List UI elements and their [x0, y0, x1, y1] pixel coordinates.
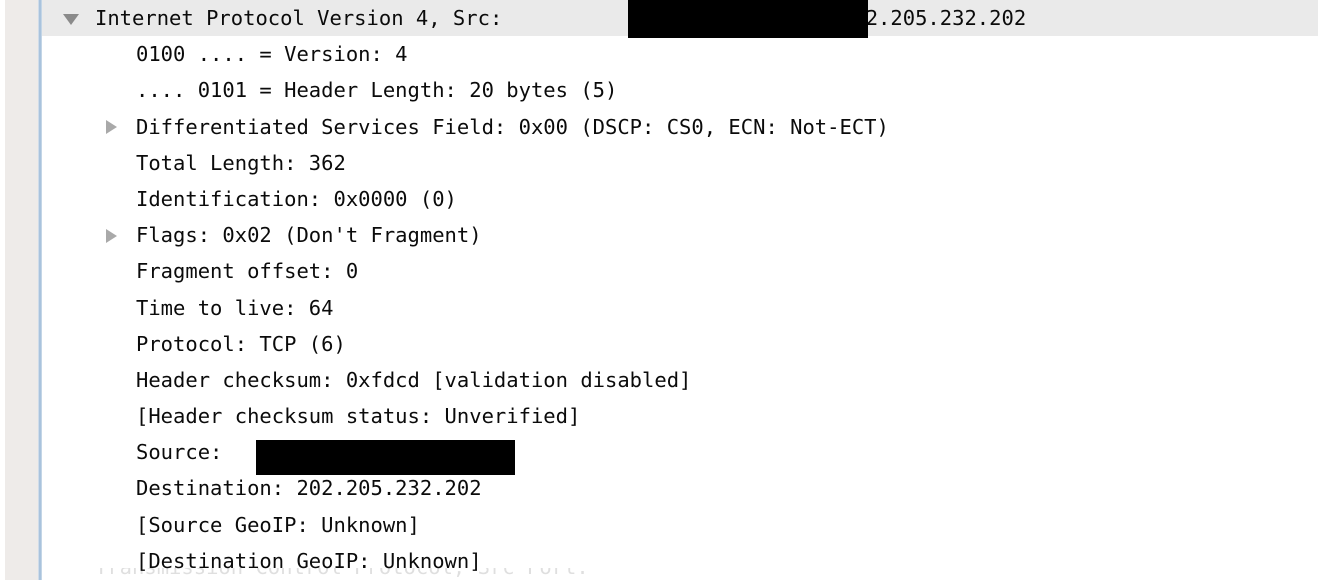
tree-row[interactable]: Total Length: 362 [42, 145, 1318, 181]
tree-row[interactable]: Protocol: TCP (6) [42, 326, 1318, 362]
packet-details-panel: . . . . . . . . . . . . . . . Internet P… [0, 0, 1318, 586]
tree-row-label: Source: [136, 440, 235, 465]
tree-row[interactable]: Source: [42, 434, 1318, 476]
tree-row[interactable]: Differentiated Services Field: 0x00 (DSC… [42, 109, 1318, 145]
tree-row-label: [Header checksum status: Unverified] [136, 404, 581, 429]
tree-row-label: 0100 .... = Version: 4 [136, 42, 408, 67]
protocol-tree[interactable]: Internet Protocol Version 4, Src: , Dst:… [42, 0, 1318, 586]
chevron-down-icon[interactable] [60, 0, 82, 36]
tree-row[interactable]: Header checksum: 0xfdcd [validation disa… [42, 362, 1318, 398]
chevron-right-icon[interactable] [101, 109, 123, 145]
gutter-pane [5, 0, 38, 586]
ipv4-src-prefix-text: Internet Protocol Version 4, Src: [95, 6, 515, 30]
tree-row[interactable]: Internet Protocol Version 4, Src: , Dst:… [42, 0, 1318, 38]
tree-row-label: Time to live: 64 [136, 295, 334, 320]
tree-row[interactable]: 0100 .... = Version: 4 [42, 36, 1318, 72]
redaction-bar-source-address [628, 0, 868, 38]
tree-row-label: Flags: 0x02 (Don't Fragment) [136, 223, 482, 248]
tree-row-label: Protocol: TCP (6) [136, 331, 346, 356]
tree-row[interactable]: Flags: 0x02 (Don't Fragment) [42, 217, 1318, 253]
tree-row-label: Fragment offset: 0 [136, 259, 359, 284]
tree-row[interactable]: [Source GeoIP: Unknown] [42, 507, 1318, 543]
tree-row[interactable]: Destination: 202.205.232.202 [42, 470, 1318, 506]
tree-row-label: Header checksum: 0xfdcd [validation disa… [136, 367, 692, 392]
tree-row-label: Differentiated Services Field: 0x00 (DSC… [136, 114, 889, 139]
tree-row-label: [Source GeoIP: Unknown] [136, 512, 420, 537]
tree-row-label: .... 0101 = Header Length: 20 bytes (5) [136, 78, 618, 103]
tree-row-label: Total Length: 362 [136, 150, 346, 175]
tree-row[interactable]: Identification: 0x0000 (0) [42, 181, 1318, 217]
chevron-right-icon[interactable] [101, 217, 123, 253]
tree-row-label: Identification: 0x0000 (0) [136, 186, 457, 211]
tree-row[interactable]: Fragment offset: 0 [42, 253, 1318, 289]
tree-row-label: Internet Protocol Version 4, Src: , Dst:… [95, 0, 1026, 36]
tree-row[interactable]: [Header checksum status: Unverified] [42, 398, 1318, 434]
tree-row-label: Destination: 202.205.232.202 [136, 476, 482, 501]
tree-row[interactable]: .... 0101 = Header Length: 20 bytes (5) [42, 72, 1318, 108]
panel-bottom-edge [0, 580, 1318, 586]
tree-row[interactable]: Time to live: 64 [42, 290, 1318, 326]
